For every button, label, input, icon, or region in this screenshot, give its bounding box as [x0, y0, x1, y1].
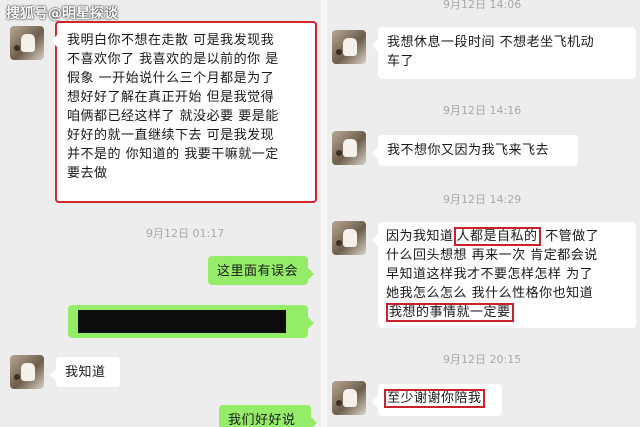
sent-message-bubble[interactable]: 我们好好说 — [219, 405, 317, 427]
message-line: 她我怎么怎么 我什么性格你也知道 — [386, 286, 594, 301]
message-line: 好好的就一直继续下去 可是我发现 — [67, 128, 275, 143]
message-line: 并不是的 你知道的 我要干嘛就一定 — [67, 147, 279, 162]
timestamp: 9月12日 14:29 — [443, 193, 522, 206]
avatar-dot — [14, 374, 20, 380]
message-bubble[interactable]: 至少谢谢你陪我 — [372, 384, 502, 416]
message-line: 我想的事情就一定要 — [386, 303, 628, 322]
message-line: 咱俩都已经这样了 就没必要 要是能 — [67, 109, 279, 124]
message-line: 假象 一开始说什么三个月都是为了 — [67, 71, 275, 86]
sent-message-bubble[interactable]: 这里面有误会 — [208, 256, 314, 285]
message-line: 不喜欢你了 我喜欢的是以前的你 是 — [67, 52, 279, 67]
avatar-face — [343, 38, 357, 56]
timestamp: 9月12日 20:15 — [443, 353, 522, 366]
redaction-block — [78, 310, 286, 333]
watermark: 搜狐号@明星探谈 — [6, 6, 118, 22]
message-line: 什么回头想想 再来一次 肯定都会说 — [386, 248, 598, 263]
avatar-dot — [336, 150, 342, 156]
message-text: 我们好好说 — [228, 413, 296, 427]
message-bubble-highlighted[interactable]: 因为我知道 人都是自私的 不管做了 什么回头想想 再来一次 肯定都会说 早知道这样… — [372, 222, 636, 328]
avatar-dot — [336, 49, 342, 55]
avatar-face — [343, 229, 357, 247]
message-bubble[interactable]: 我不想你又因为我飞来飞去 — [372, 135, 578, 166]
message-text: 因为我知道 — [386, 229, 454, 244]
contact-avatar[interactable] — [332, 30, 366, 64]
contact-avatar[interactable] — [332, 221, 366, 255]
message-line: 早知道这样我才不要怎样怎样 为了 — [386, 267, 594, 282]
message-line: 要去做 — [67, 166, 108, 181]
avatar-face — [343, 139, 357, 157]
message-text: 不管做了 — [545, 229, 600, 244]
right-chat-panel: 9月12日 14:06 我想休息一段时间 不想老坐飞机动 车了 9月12日 14… — [327, 0, 640, 427]
timestamp: 9月12日 01:17 — [146, 227, 225, 240]
message-bubble[interactable]: 我想休息一段时间 不想老坐飞机动 车了 — [372, 27, 636, 79]
avatar-face — [21, 363, 35, 381]
message-text: 这里面有误会 — [217, 264, 299, 279]
avatar-face — [21, 34, 35, 52]
left-chat-panel: 我明白你不想在走散 可是我发现我 不喜欢你了 我喜欢的是以前的你 是 假象 一开… — [0, 0, 321, 427]
contact-avatar[interactable] — [332, 381, 366, 415]
avatar-dot — [14, 45, 20, 51]
avatar-dot — [336, 400, 342, 406]
highlighted-phrase: 我想的事情就一定要 — [386, 303, 514, 322]
contact-avatar[interactable] — [332, 131, 366, 165]
message-line: 我想休息一段时间 不想老坐飞机动 — [387, 35, 595, 50]
avatar-face — [343, 389, 357, 407]
message-line: 车了 — [387, 54, 415, 69]
timestamp: 9月12日 14:16 — [443, 104, 522, 117]
highlighted-phrase: 人都是自私的 — [453, 227, 541, 246]
message-text: 我不想你又因为我飞来飞去 — [387, 143, 550, 158]
highlighted-phrase: 至少谢谢你陪我 — [384, 389, 485, 408]
message-line: 因为我知道 人都是自私的 不管做了 — [386, 227, 628, 246]
message-bubble-long[interactable]: 我明白你不想在走散 可是我发现我 不喜欢你了 我喜欢的是以前的你 是 假象 一开… — [51, 21, 317, 203]
message-line: 我明白你不想在走散 可是我发现我 — [67, 33, 275, 48]
contact-avatar[interactable] — [10, 355, 44, 389]
message-bubble[interactable]: 我知道 — [50, 357, 120, 387]
message-line: 想好好了解在真正开始 但是我觉得 — [67, 90, 275, 105]
message-text: 我知道 — [65, 365, 106, 380]
timestamp: 9月12日 14:06 — [443, 0, 522, 11]
sent-message-bubble-redacted[interactable] — [68, 305, 314, 338]
contact-avatar[interactable] — [10, 26, 44, 60]
avatar-dot — [336, 240, 342, 246]
